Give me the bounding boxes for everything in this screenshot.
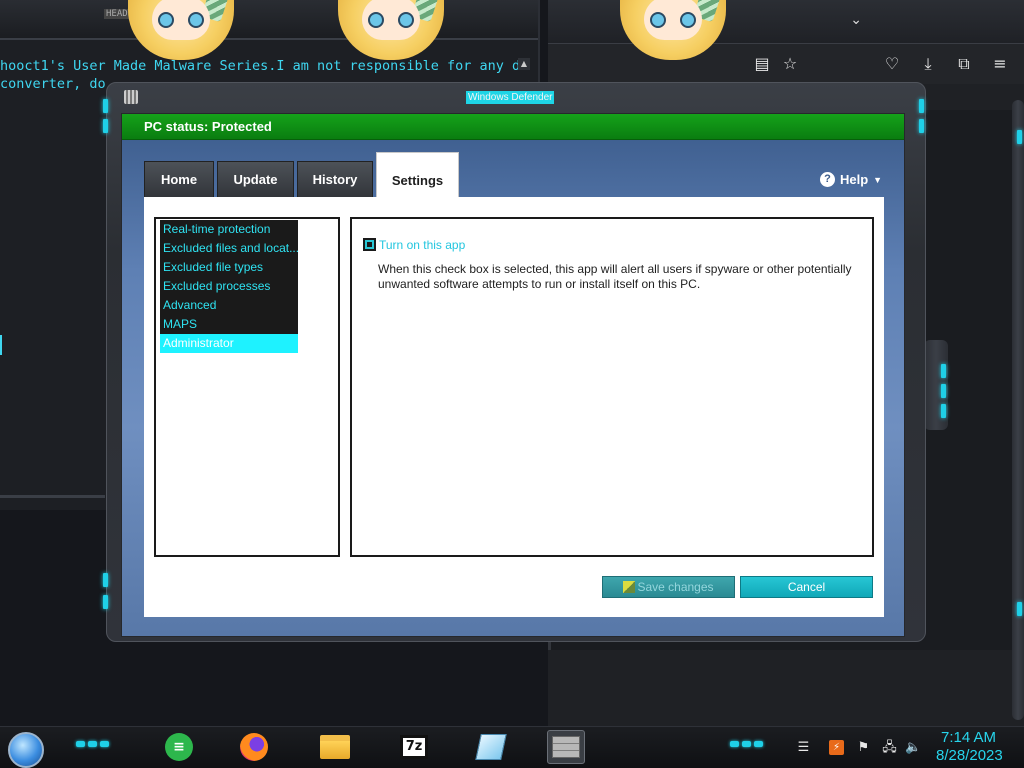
start-button[interactable] <box>8 732 44 768</box>
decorative-frame-panel <box>1012 100 1024 720</box>
decorative-led-strip <box>730 741 763 747</box>
decorative-led <box>1017 130 1022 144</box>
taskbar-firefox[interactable] <box>235 730 273 764</box>
terminal-title-bar <box>0 0 538 40</box>
action-center-flag-icon[interactable]: ⚑ <box>856 740 871 755</box>
7zip-icon: 7z <box>400 735 428 759</box>
sticky-notes-icon: ≡ <box>165 733 193 761</box>
cancel-button[interactable]: Cancel <box>740 576 873 598</box>
taskbar: ≡ 7z ☰ ⚡ ⚑ 🖧 🔈 7:14 AM 8/28/2023 <box>0 726 1024 768</box>
volume-icon[interactable]: 🔈 <box>905 740 921 755</box>
menu-icon[interactable]: ≡ <box>990 54 1010 74</box>
downloads-icon[interactable]: ⤓ <box>918 54 938 74</box>
taskbar-file-explorer[interactable] <box>316 730 354 764</box>
reader-view-icon[interactable]: ▤ <box>752 54 772 74</box>
clock-date[interactable]: 8/28/2023 <box>936 747 1003 764</box>
tab-settings[interactable]: Settings <box>376 152 459 198</box>
decorative-led <box>919 119 924 133</box>
network-icon[interactable]: 🖧 <box>882 740 897 755</box>
terminal-output-line: hooct1's User Made Malware Series.I am n… <box>0 58 529 74</box>
sticker-face <box>644 0 702 40</box>
show-hidden-icons-icon[interactable]: ☰ <box>796 740 811 755</box>
sticker-face <box>362 0 420 40</box>
text-cursor <box>0 335 2 355</box>
help-icon: ? <box>820 172 835 187</box>
defender-wall-icon <box>552 736 580 758</box>
checkbox-description: When this check box is selected, this ap… <box>378 262 852 291</box>
decorative-led <box>941 364 946 378</box>
glass-app-icon <box>475 734 507 760</box>
turn-on-app-checkbox[interactable] <box>363 238 376 251</box>
save-changes-button[interactable]: Save changes <box>602 576 735 598</box>
windows-defender-window: Windows Defender PC status: Protected Ho… <box>103 82 926 642</box>
nav-item-excluded-processes[interactable]: Excluded processes <box>160 277 298 296</box>
taskbar-windows-defender[interactable] <box>547 730 585 764</box>
firefox-icon <box>240 733 268 761</box>
tab-home[interactable]: Home <box>144 161 214 197</box>
taskbar-sticky-notes[interactable]: ≡ <box>160 730 198 764</box>
defender-main-area: PC status: Protected Home Update History… <box>121 113 905 637</box>
nav-item-administrator[interactable]: Administrator <box>160 334 298 353</box>
taskbar-glass-app[interactable] <box>472 730 510 764</box>
help-label: Help <box>840 172 869 187</box>
settings-panel: Real-time protection Excluded files and … <box>144 197 884 617</box>
save-shield-icon <box>623 581 636 593</box>
sticker-face <box>152 0 210 40</box>
pc-status-bar: PC status: Protected <box>122 114 904 140</box>
pocket-icon[interactable]: ♡ <box>882 54 902 74</box>
decorative-led <box>941 404 946 418</box>
decorative-led <box>103 119 108 133</box>
nav-item-real-time-protection[interactable]: Real-time protection <box>160 220 298 239</box>
decorative-led-strip <box>76 741 109 747</box>
tray-app-icon[interactable]: ⚡ <box>829 740 844 755</box>
nav-item-excluded-file-types[interactable]: Excluded file types <box>160 258 298 277</box>
window-title: Windows Defender <box>466 91 555 104</box>
save-changes-label: Save changes <box>637 580 714 594</box>
settings-nav-list: Real-time protection Excluded files and … <box>154 217 340 557</box>
caret-down-icon: ▼ <box>873 174 883 185</box>
nav-item-maps[interactable]: MAPS <box>160 315 298 334</box>
tab-history[interactable]: History <box>297 161 373 197</box>
turn-on-app-label[interactable]: Turn on this app <box>379 238 465 252</box>
chevron-down-icon[interactable]: ⌄ <box>850 12 862 28</box>
bookmark-star-icon[interactable]: ☆ <box>780 54 800 74</box>
help-menu[interactable]: ? Help ▼ <box>820 172 882 187</box>
decorative-led <box>103 573 108 587</box>
taskbar-7zip[interactable]: 7z <box>395 730 433 764</box>
terminal-divider <box>0 495 105 498</box>
terminal-scroll-up-button[interactable]: ▲ <box>518 58 530 70</box>
decorative-led <box>1017 602 1022 616</box>
clock-time[interactable]: 7:14 AM <box>941 729 996 746</box>
nav-item-excluded-files[interactable]: Excluded files and locat... <box>160 239 298 258</box>
window-title-bar[interactable]: Windows Defender <box>107 83 925 113</box>
tab-update[interactable]: Update <box>217 161 294 197</box>
decorative-led <box>103 595 108 609</box>
extensions-icon[interactable]: ⧉ <box>954 54 974 74</box>
defender-app-icon <box>124 90 138 104</box>
nav-item-advanced[interactable]: Advanced <box>160 296 298 315</box>
pc-status-text: PC status: Protected <box>144 119 272 134</box>
settings-content-box: Turn on this app When this check box is … <box>350 217 874 557</box>
terminal-tab-tag: HEAD <box>104 9 130 19</box>
decorative-led <box>941 384 946 398</box>
folder-icon <box>320 735 350 759</box>
